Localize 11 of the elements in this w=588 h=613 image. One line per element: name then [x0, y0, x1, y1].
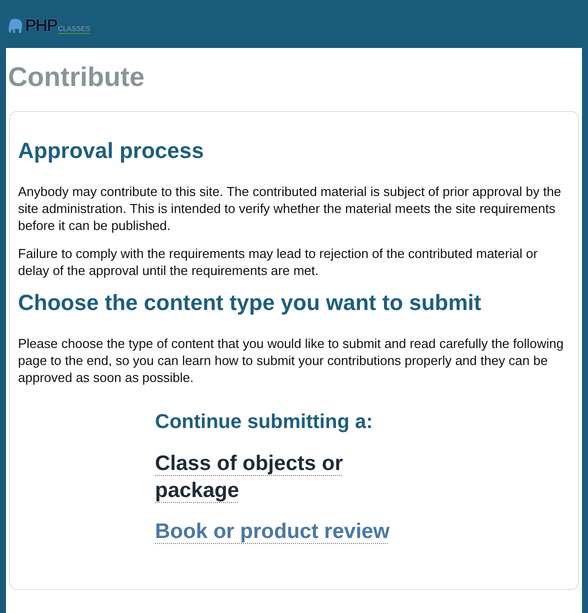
- paragraph: Please choose the type of content that you would like to submit and read carefully the following page to the end, so you can learn how to submit your contributions properly and they can be approved as soon as possible.: [18, 336, 565, 388]
- paragraph: Anybody may contribute to this site. The contributed material is subject of prior approval by the site administration. This is intended to verify whether the material meets the site requirements before it can be published.: [18, 184, 562, 235]
- section-heading: Choose the content type you want to submit: [18, 290, 482, 316]
- page-title: Contribute: [8, 62, 146, 93]
- paragraph: Failure to comply with the requirements may lead to rejection of the contributed material or delay of the approval until the requirements are met.: [18, 246, 539, 280]
- continue-heading: Continue submitting a:: [155, 411, 373, 434]
- content-type-link[interactable]: Book or product review: [155, 518, 390, 546]
- content-type-link[interactable]: Class of objects or package: [155, 450, 370, 504]
- logo-text: PHP: [25, 16, 57, 34]
- section-heading: Approval process: [18, 138, 205, 164]
- elephant-icon: [8, 18, 24, 34]
